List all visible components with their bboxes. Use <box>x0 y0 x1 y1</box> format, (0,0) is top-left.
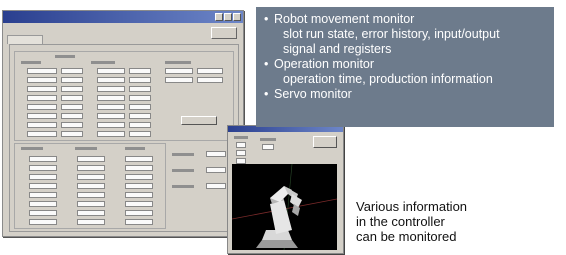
robot-arm-icon <box>231 163 338 251</box>
value-field <box>97 77 125 83</box>
value-field <box>27 68 57 74</box>
value-field <box>129 104 151 110</box>
io-field <box>77 156 105 162</box>
callout-item-title: Operation monitor <box>274 57 375 71</box>
value-field <box>27 131 57 137</box>
io-field <box>77 174 105 180</box>
value-field <box>97 95 125 101</box>
value-field <box>27 86 57 92</box>
axis-data-group <box>14 51 234 141</box>
io-field <box>77 165 105 171</box>
callout-item: • Robot movement monitor <box>264 12 415 26</box>
io-field <box>29 210 57 216</box>
callout-item-detail: signal and registers <box>283 42 392 56</box>
value-field <box>97 104 125 110</box>
io-group <box>14 143 166 229</box>
caption-line: in the controller <box>356 214 445 229</box>
value-field <box>129 86 151 92</box>
monitor-panel <box>9 44 239 232</box>
io-field <box>29 201 57 207</box>
value-field <box>61 68 83 74</box>
value-field <box>27 104 57 110</box>
maximize-icon[interactable] <box>224 13 232 21</box>
callout-item: • Operation monitor <box>264 57 375 71</box>
value-field <box>165 68 193 74</box>
value-field <box>27 113 57 119</box>
feature-callout: • Robot movement monitor slot run state, … <box>256 7 554 127</box>
callout-item-detail: operation time, production information <box>283 72 493 86</box>
robot-view-window <box>227 125 344 254</box>
status-field <box>206 151 226 157</box>
value-field <box>61 113 83 119</box>
value-field <box>129 113 151 119</box>
io-field <box>29 183 57 189</box>
io-field <box>77 183 105 189</box>
value-field <box>61 104 83 110</box>
value-field <box>61 95 83 101</box>
io-field <box>77 201 105 207</box>
value-field <box>129 95 151 101</box>
caption-text: Various information in the controller ca… <box>356 199 467 244</box>
value-field <box>97 113 125 119</box>
robot-3d-viewport[interactable] <box>231 163 338 251</box>
tab-main[interactable] <box>7 35 43 44</box>
status-field <box>206 167 226 173</box>
io-field <box>125 156 153 162</box>
io-field <box>125 192 153 198</box>
io-field <box>29 174 57 180</box>
caption-line: Various information <box>356 199 468 214</box>
value-field <box>97 86 125 92</box>
io-field <box>125 219 153 225</box>
callout-item: • Servo monitor <box>264 87 352 101</box>
io-field <box>125 210 153 216</box>
callout-item-title: Servo monitor <box>274 87 352 101</box>
view-option-field[interactable] <box>236 150 246 156</box>
io-field <box>125 201 153 207</box>
io-field <box>77 192 105 198</box>
value-field <box>197 77 223 83</box>
value-field <box>61 77 83 83</box>
value-field <box>61 122 83 128</box>
monitor-window <box>2 10 244 237</box>
caption-line: can be monitored <box>356 229 457 244</box>
status-field <box>206 183 226 189</box>
io-field <box>125 174 153 180</box>
value-field <box>27 95 57 101</box>
value-field <box>61 86 83 92</box>
value-field <box>197 68 223 74</box>
io-field <box>29 156 57 162</box>
io-field <box>29 219 57 225</box>
minimize-icon[interactable] <box>215 13 223 21</box>
value-field <box>61 131 83 137</box>
ok-button[interactable] <box>313 136 337 148</box>
callout-item-title: Robot movement monitor <box>274 12 415 26</box>
value-field <box>165 77 193 83</box>
value-field <box>129 77 151 83</box>
value-field <box>129 68 151 74</box>
io-field <box>29 192 57 198</box>
value-field <box>97 131 125 137</box>
value-field <box>27 77 57 83</box>
action-button[interactable] <box>181 116 217 125</box>
io-field <box>125 165 153 171</box>
io-field <box>29 165 57 171</box>
value-field <box>129 131 151 137</box>
io-field <box>77 219 105 225</box>
monitor-window-titlebar <box>3 11 243 23</box>
callout-item-detail: slot run state, error history, input/out… <box>283 27 500 41</box>
value-field <box>129 122 151 128</box>
value-field <box>97 122 125 128</box>
io-field <box>77 210 105 216</box>
view-option-field[interactable] <box>262 144 274 150</box>
view-option-field[interactable] <box>236 142 246 148</box>
value-field <box>97 68 125 74</box>
io-field <box>125 183 153 189</box>
window-close-button[interactable] <box>211 27 237 39</box>
close-icon[interactable] <box>233 13 241 21</box>
value-field <box>27 122 57 128</box>
